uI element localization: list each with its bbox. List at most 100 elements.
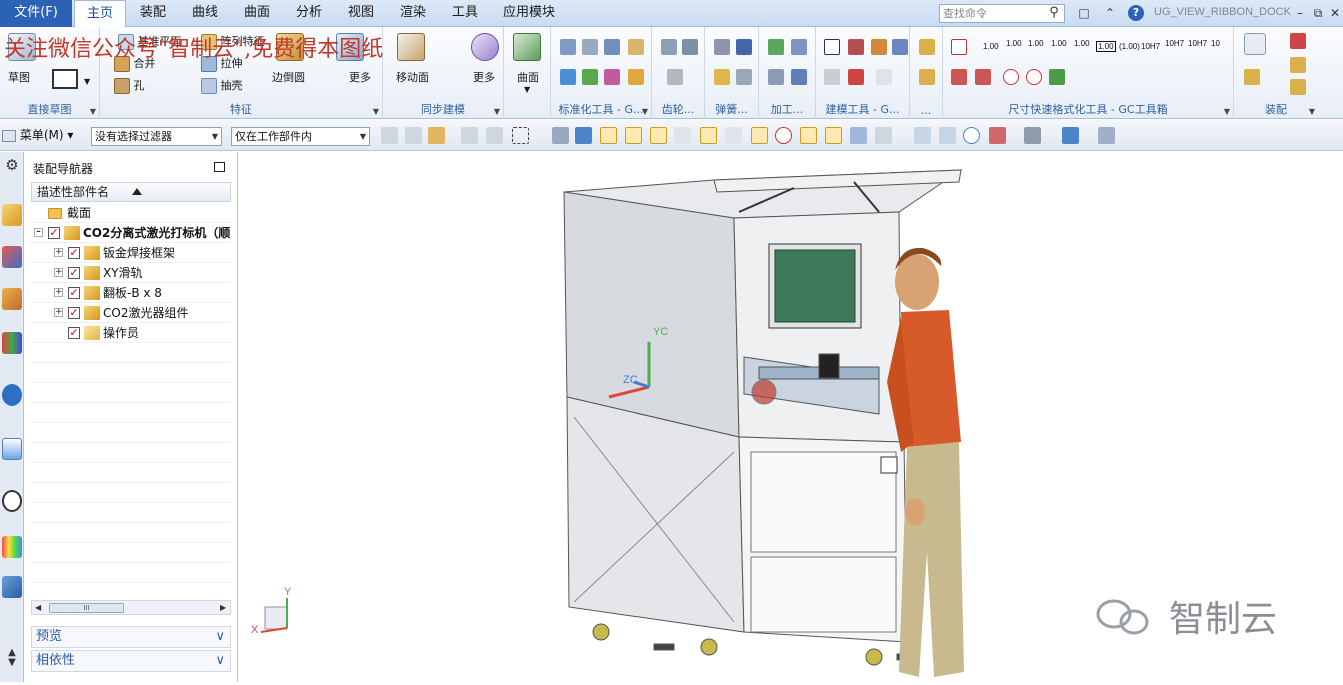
chevron-down-icon[interactable]: ▼ — [1309, 107, 1315, 116]
more-sync-button[interactable]: 更多 — [473, 69, 495, 85]
help-icon[interactable]: ? — [1128, 5, 1144, 21]
expand-icon[interactable]: + — [54, 268, 63, 277]
assembly-icon[interactable] — [1244, 33, 1266, 55]
gear-tool-icon[interactable] — [661, 39, 677, 55]
render-style-icon[interactable] — [1024, 127, 1041, 144]
tab-assembly[interactable]: 装配 — [131, 0, 175, 27]
gear-tool-icon[interactable] — [682, 39, 698, 55]
spring-tool-icon[interactable] — [736, 69, 752, 85]
preview-panel-header[interactable]: 预览 ∨ — [31, 626, 231, 648]
view-orientation-icon[interactable] — [1062, 127, 1079, 144]
triangle-icon[interactable] — [824, 39, 840, 55]
settings-icon[interactable]: ⚙ — [2, 156, 22, 178]
snap-tool-icon[interactable] — [486, 127, 503, 144]
move-face-icon[interactable] — [397, 33, 425, 61]
restore-icon[interactable]: ⧉ — [1310, 5, 1326, 21]
chevron-down-icon[interactable]: ▼ — [1224, 107, 1230, 116]
rail-more-icon[interactable]: ▲ ▼ — [2, 648, 22, 678]
modeling-tool-icon[interactable] — [871, 39, 887, 55]
more-features-button[interactable]: 更多 — [349, 69, 371, 85]
assembly-navigator-icon[interactable] — [2, 204, 22, 226]
dim-format-button[interactable]: 1.00 — [983, 42, 999, 51]
snap-on-curve-icon[interactable] — [825, 127, 842, 144]
edge-blend-button[interactable]: 边倒圆 — [272, 69, 305, 85]
surface-button[interactable]: 曲面 — [517, 69, 539, 85]
snap-tool-icon[interactable] — [552, 127, 569, 144]
chevron-down-icon[interactable]: ▼ — [373, 107, 379, 116]
tree-node-section[interactable]: 截面 — [31, 203, 231, 223]
gc-tool-icon[interactable] — [628, 39, 644, 55]
view-tool-icon[interactable] — [939, 127, 956, 144]
diameter-icon[interactable] — [1026, 69, 1042, 85]
chevron-down-icon[interactable]: ▼ — [494, 107, 500, 116]
selection-scope-select[interactable]: 仅在工作部件内 ▼ — [231, 127, 370, 146]
checkbox[interactable]: ✓ — [68, 287, 80, 299]
tab-applications[interactable]: 应用模块 — [496, 0, 562, 27]
rectangle-icon[interactable] — [52, 69, 78, 89]
dim-format-button[interactable]: 10 — [1211, 39, 1220, 48]
tree-node-child[interactable]: + ✓ XY滑轨 — [31, 263, 231, 283]
machining-tool-icon[interactable] — [768, 69, 784, 85]
hole-button[interactable]: 孔 — [114, 77, 145, 94]
chevron-down-icon[interactable]: ▼ — [90, 107, 96, 116]
dim-format-button[interactable]: 1.00 — [1074, 39, 1090, 48]
gear-tool-icon[interactable] — [667, 69, 683, 85]
spring-tool-icon[interactable] — [736, 39, 752, 55]
tab-render[interactable]: 渲染 — [391, 0, 435, 27]
move-face-button[interactable]: 移动面 — [396, 69, 429, 85]
dim-format-button[interactable]: 10H7 — [1141, 42, 1160, 51]
horizontal-scrollbar[interactable]: ◀ III ▶ — [31, 600, 231, 615]
minimize-ribbon-icon[interactable]: ⌃ — [1102, 5, 1118, 21]
dim-format-button[interactable]: 1.00 — [1051, 39, 1067, 48]
scroll-left-icon[interactable]: ◀ — [35, 603, 41, 612]
chevron-down-icon[interactable]: ▼ — [524, 85, 530, 94]
modeling-tool-icon[interactable] — [892, 39, 908, 55]
misc-tool-icon[interactable] — [919, 69, 935, 85]
modeling-tool-icon[interactable] — [824, 69, 840, 85]
column-header[interactable]: 描述性部件名 — [31, 182, 231, 202]
chevron-down-icon[interactable]: ▼ — [84, 77, 90, 86]
file-tab[interactable]: 文件(F) — [0, 0, 72, 27]
dimension-tool-icon[interactable] — [975, 69, 991, 85]
snap-tool-icon[interactable] — [575, 127, 592, 144]
expand-icon[interactable]: + — [54, 248, 63, 257]
snap-tool-icon[interactable] — [428, 127, 445, 144]
web-browser-icon[interactable] — [2, 438, 22, 460]
scroll-thumb[interactable]: III — [49, 603, 124, 613]
tree-node-root-assembly[interactable]: – ✓ CO2分离式激光打标机（顺 — [31, 223, 231, 243]
maximize-icon[interactable] — [214, 162, 225, 172]
machining-tool-icon[interactable] — [791, 39, 807, 55]
dimension-tool-icon[interactable] — [951, 69, 967, 85]
gc-tool-icon[interactable] — [604, 39, 620, 55]
diameter-icon[interactable] — [1003, 69, 1019, 85]
search-icon[interactable]: ⚲ — [1046, 5, 1062, 21]
machining-tool-icon[interactable] — [791, 69, 807, 85]
surface-icon[interactable] — [513, 33, 541, 61]
spring-tool-icon[interactable] — [714, 39, 730, 55]
scroll-right-icon[interactable]: ▶ — [220, 603, 226, 612]
dependencies-panel-header[interactable]: 相依性 ∨ — [31, 650, 231, 672]
type-filter-select[interactable]: 没有选择过滤器 ▼ — [91, 127, 222, 146]
tree-node-child[interactable]: + ✓ 钣金焊接框架 — [31, 243, 231, 263]
tab-curve[interactable]: 曲线 — [183, 0, 227, 27]
dim-format-button[interactable]: 1.00 — [1006, 39, 1022, 48]
more-sync-icon[interactable] — [471, 33, 499, 61]
tab-home[interactable]: 主页 — [74, 0, 126, 27]
gc-tool-icon[interactable] — [604, 69, 620, 85]
tab-view[interactable]: 视图 — [339, 0, 383, 27]
graphics-window[interactable]: YC ZC Y X 智制云 — [239, 152, 1343, 682]
machining-tool-icon[interactable] — [768, 39, 784, 55]
tab-tools[interactable]: 工具 — [443, 0, 487, 27]
gc-tool-icon[interactable] — [582, 69, 598, 85]
tree-node-child[interactable]: + ✓ CO2激光器组件 — [31, 303, 231, 323]
menu-button[interactable]: 菜单(M) ▾ — [2, 126, 73, 143]
snap-tool-icon[interactable] — [725, 127, 742, 144]
modeling-tool-icon[interactable] — [876, 69, 892, 85]
view-tool-icon[interactable] — [914, 127, 931, 144]
dim-format-button[interactable]: 1.00 — [1028, 39, 1044, 48]
system-materials-icon[interactable] — [2, 536, 22, 558]
assembly-tool-icon[interactable] — [1290, 57, 1306, 73]
misc-tool-icon[interactable] — [919, 39, 935, 55]
process-studio-icon[interactable] — [2, 576, 22, 598]
chevron-down-icon[interactable]: ▼ — [642, 107, 648, 116]
